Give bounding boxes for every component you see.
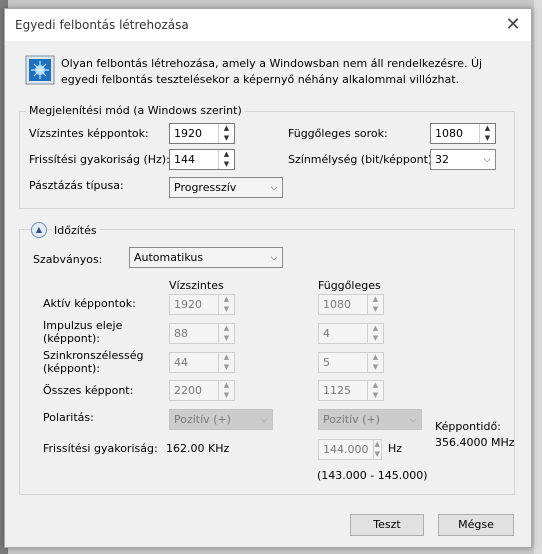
scan-type-select[interactable]: Progresszív ⌵ — [169, 177, 283, 198]
color-depth-label: Színmélység (bit/képpont): — [288, 153, 436, 166]
refresh-rate-label: Frissítési gyakoriság (Hz): — [29, 153, 170, 166]
sync-width-label-unit: (képpont): — [43, 362, 101, 375]
spin-up-icon[interactable]: ▲ — [368, 353, 383, 363]
refresh-rate-spinner[interactable]: 144 ▲ ▼ — [169, 149, 235, 170]
pulse-start-label: Impulzus eleje — [43, 319, 123, 332]
refresh-unit: Hz — [388, 442, 403, 455]
spin-down-icon[interactable]: ▼ — [219, 363, 234, 373]
scan-type-value: Progresszív — [174, 181, 237, 194]
pixel-clock-label: Képpontidő: — [435, 420, 501, 433]
spin-down-icon[interactable]: ▼ — [219, 391, 234, 401]
display-mode-group-label: Megjelenítési mód (a Windows szerint) — [26, 104, 245, 117]
spin-down-icon[interactable]: ▼ — [219, 134, 234, 144]
vertical-refresh-spinner[interactable]: 144.000 ▲ ▼ — [318, 439, 382, 460]
polarity-v-value: Pozitív (+) — [323, 413, 380, 426]
monitor-icon — [25, 55, 55, 85]
spin-up-icon[interactable]: ▲ — [219, 150, 234, 160]
active-pixels-v-spinner[interactable]: 1080 ▲ ▼ — [318, 294, 384, 315]
refresh-rate-value[interactable]: 144 — [170, 150, 218, 169]
pulse-start-h-value[interactable]: 88 — [170, 324, 218, 343]
column-horizontal-header: Vízszintes — [169, 279, 224, 292]
spin-up-icon[interactable]: ▲ — [219, 295, 234, 305]
intro-text: Olyan felbontás létrehozása, amely a Win… — [61, 57, 483, 86]
spin-down-icon[interactable]: ▼ — [219, 334, 234, 344]
horizontal-pixels-label: Vízszintes képpontok: — [29, 127, 149, 140]
spin-up-icon[interactable]: ▲ — [368, 381, 383, 391]
spin-up-icon[interactable]: ▲ — [219, 324, 234, 334]
spin-down-icon[interactable]: ▼ — [374, 450, 382, 460]
horizontal-frequency-value: 162.00 KHz — [166, 442, 230, 455]
sync-width-v-spinner[interactable]: 5 ▲ ▼ — [318, 352, 384, 373]
active-pixels-v-value[interactable]: 1080 — [319, 295, 367, 314]
chevron-down-icon: ⌵ — [260, 414, 268, 425]
pixel-clock-value: 356.4000 MHz — [435, 436, 515, 449]
spin-down-icon[interactable]: ▼ — [368, 305, 383, 315]
spin-up-icon[interactable]: ▲ — [374, 440, 382, 450]
pulse-start-h-spinner[interactable]: 88 ▲ ▼ — [169, 323, 235, 344]
sync-width-h-spinner[interactable]: 44 ▲ ▼ — [169, 352, 235, 373]
collapse-timing-icon[interactable]: ▲ — [31, 222, 47, 238]
spin-down-icon[interactable]: ▼ — [368, 363, 383, 373]
spin-up-icon[interactable]: ▲ — [219, 381, 234, 391]
standard-select[interactable]: Automatikus ⌵ — [129, 247, 283, 268]
spin-up-icon[interactable]: ▲ — [368, 295, 383, 305]
total-pixels-v-spinner[interactable]: 1125 ▲ ▼ — [318, 380, 384, 401]
chevron-down-icon: ⌵ — [409, 414, 417, 425]
polarity-v-select[interactable]: Pozitív (+) ⌵ — [318, 409, 422, 430]
total-pixels-label: Összes képpont: — [43, 384, 134, 397]
total-pixels-v-value[interactable]: 1125 — [319, 381, 367, 400]
color-depth-select[interactable]: 32 ⌵ — [430, 149, 496, 170]
polarity-h-select[interactable]: Pozitív (+) ⌵ — [169, 409, 273, 430]
active-pixels-h-value[interactable]: 1920 — [170, 295, 218, 314]
chevron-down-icon: ⌵ — [483, 154, 491, 165]
cancel-button[interactable]: Mégse — [438, 514, 514, 536]
active-pixels-label: Aktív képpontok: — [43, 297, 136, 310]
standard-label: Szabványos: — [33, 253, 103, 266]
color-depth-value: 32 — [435, 153, 449, 166]
pulse-start-v-spinner[interactable]: 4 ▲ ▼ — [318, 323, 384, 344]
chevron-down-icon: ⌵ — [270, 182, 278, 193]
column-vertical-header: Függőleges — [318, 279, 381, 292]
close-icon[interactable]: ✕ — [501, 13, 525, 37]
refresh-range: (143.000 - 145.000) — [317, 469, 428, 482]
polarity-h-value: Pozitív (+) — [174, 413, 231, 426]
spin-up-icon[interactable]: ▲ — [219, 353, 234, 363]
spin-down-icon[interactable]: ▼ — [368, 391, 383, 401]
title-bar: Egyedi felbontás létrehozása ✕ — [5, 9, 531, 41]
spin-down-icon[interactable]: ▼ — [219, 305, 234, 315]
polarity-label: Polaritás: — [43, 411, 94, 424]
total-pixels-h-value[interactable]: 2200 — [170, 381, 218, 400]
chevron-down-icon: ⌵ — [270, 252, 278, 263]
scan-type-label: Pásztázás típusa: — [29, 179, 124, 192]
vertical-lines-label: Függőleges sorok: — [288, 127, 388, 140]
active-pixels-h-spinner[interactable]: 1920 ▲ ▼ — [169, 294, 235, 315]
total-pixels-h-spinner[interactable]: 2200 ▲ ▼ — [169, 380, 235, 401]
pulse-start-label-unit: (képpont): — [43, 332, 101, 345]
background-right — [534, 0, 542, 554]
test-button[interactable]: Teszt — [350, 514, 424, 536]
pulse-start-v-value[interactable]: 4 — [319, 324, 367, 343]
vertical-lines-value[interactable]: 1080 — [431, 124, 479, 143]
vertical-refresh-value[interactable]: 144.000 — [319, 440, 373, 459]
spin-up-icon[interactable]: ▲ — [480, 124, 495, 134]
standard-value: Automatikus — [134, 251, 204, 264]
spin-up-icon[interactable]: ▲ — [368, 324, 383, 334]
custom-resolution-dialog: Egyedi felbontás létrehozása ✕ Olyan fel… — [4, 8, 532, 548]
sync-width-label: Szinkronszélesség — [43, 349, 144, 362]
vertical-lines-spinner[interactable]: 1080 ▲ ▼ — [430, 123, 496, 144]
horizontal-pixels-value[interactable]: 1920 — [170, 124, 218, 143]
horizontal-pixels-spinner[interactable]: 1920 ▲ ▼ — [169, 123, 235, 144]
spin-down-icon[interactable]: ▼ — [480, 134, 495, 144]
spin-up-icon[interactable]: ▲ — [219, 124, 234, 134]
sync-width-h-value[interactable]: 44 — [170, 353, 218, 372]
timing-group-label: Időzítés — [51, 224, 100, 237]
window-title: Egyedi felbontás létrehozása — [15, 18, 189, 32]
spin-down-icon[interactable]: ▼ — [219, 160, 234, 170]
timing-refresh-label: Frissítési gyakoriság: — [43, 442, 158, 455]
spin-down-icon[interactable]: ▼ — [368, 334, 383, 344]
sync-width-v-value[interactable]: 5 — [319, 353, 367, 372]
